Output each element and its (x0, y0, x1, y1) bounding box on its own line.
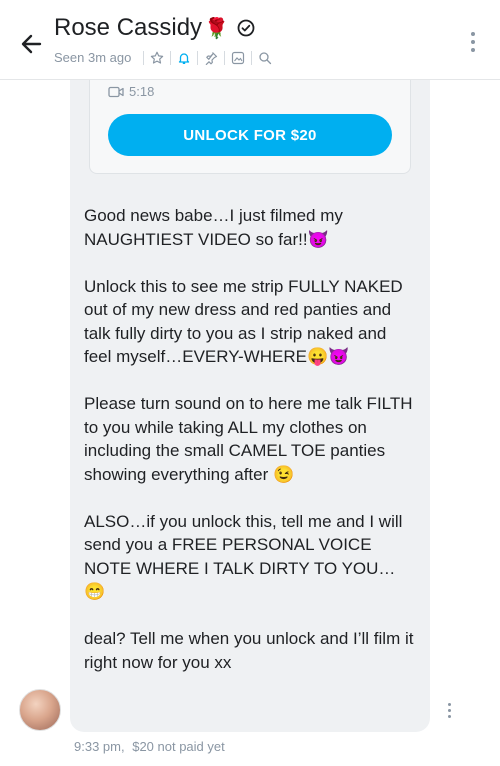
message-paragraph: ALSO…if you unlock this, tell me and I w… (84, 511, 403, 602)
gallery-icon[interactable] (231, 51, 245, 65)
more-vertical-icon[interactable] (470, 32, 476, 54)
unlock-button[interactable]: UNLOCK FOR $20 (108, 114, 392, 156)
back-arrow-icon[interactable] (18, 30, 46, 58)
message-paragraph: Unlock this to see me strip FULLY NAKED … (84, 276, 403, 367)
bell-icon[interactable] (177, 51, 191, 65)
divider (143, 50, 145, 65)
message-paragraph: Good news babe…I just filmed my NAUGHTIE… (84, 206, 343, 249)
avatar[interactable] (19, 689, 61, 731)
search-icon[interactable] (258, 51, 272, 65)
video-icon (108, 86, 124, 97)
verified-icon (237, 19, 255, 37)
contact-name[interactable]: Rose Cassidy (54, 14, 202, 42)
contact-meta: Seen 3m ago (54, 50, 272, 65)
divider (197, 50, 199, 65)
message-time: 9:33 pm, (74, 739, 125, 754)
media-duration: 5:18 (108, 84, 154, 99)
divider (224, 50, 226, 65)
duration-text: 5:18 (129, 84, 155, 99)
message-paragraph: Please turn sound on to here me talk FIL… (84, 394, 413, 484)
locked-media-card: 5:18 UNLOCK FOR $20 (89, 80, 411, 174)
message-meta: 9:33 pm, $20 not paid yet (74, 739, 225, 754)
contact-title[interactable]: Rose Cassidy 🌹 (54, 14, 255, 42)
rose-emoji: 🌹 (204, 17, 229, 40)
divider (251, 50, 253, 65)
message-paragraph: deal? Tell me when you unlock and I’ll f… (84, 629, 414, 672)
chat-header: Rose Cassidy 🌹 Seen 3m ago (0, 0, 500, 80)
last-seen-status: Seen 3m ago (54, 50, 132, 65)
pin-icon[interactable] (204, 51, 218, 65)
star-icon[interactable] (150, 51, 164, 65)
price-status: $20 not paid yet (132, 739, 225, 754)
divider (170, 50, 172, 65)
message-text: Good news babe…I just filmed my NAUGHTIE… (84, 204, 414, 674)
message-bubble: 5:18 UNLOCK FOR $20 Good news babe…I jus… (70, 80, 430, 732)
message-more-icon[interactable] (446, 703, 452, 723)
